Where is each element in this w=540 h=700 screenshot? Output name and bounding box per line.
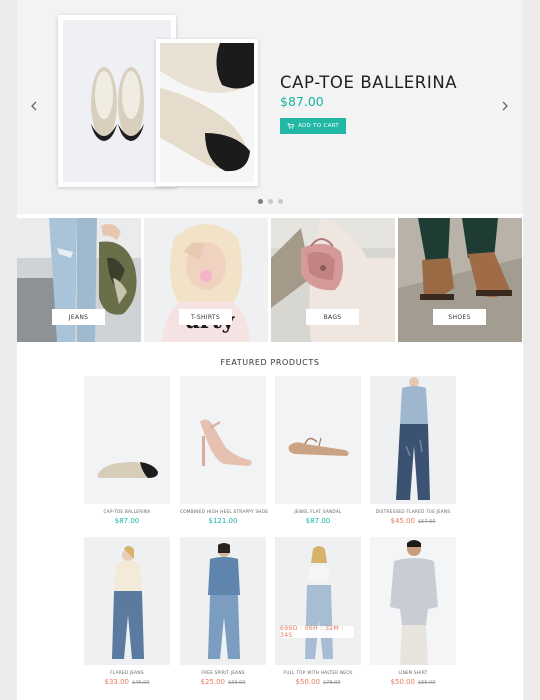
hero-slider: CAP-TOE BALLERINA $87.00 ADD TO CART <box>17 0 523 214</box>
hero-product-price: $87.00 <box>280 94 324 109</box>
product-price: $25.00 $33.00 <box>200 678 246 686</box>
free-spirit-jeans-model-image <box>180 537 266 665</box>
ballerina-shoes-image <box>91 67 144 141</box>
product-name[interactable]: LINEN SHIRT <box>370 671 456 676</box>
flared-jeans-model-image <box>84 537 170 665</box>
page: CAP-TOE BALLERINA $87.00 ADD TO CART JEA… <box>17 0 523 700</box>
cart-icon <box>287 123 294 129</box>
product-price: $87.00 <box>305 517 331 525</box>
product-old-price: $45.00 <box>132 680 150 686</box>
add-to-cart-label: ADD TO CART <box>297 123 340 129</box>
halter-top-model-image <box>275 537 361 665</box>
countdown-timer: 699D : 06H : 32M : 34S <box>280 625 354 639</box>
product-old-price: $65.00 <box>418 680 436 686</box>
category-label-bags: BAGS <box>306 309 359 325</box>
product-price: $33.00 $45.00 <box>104 678 150 686</box>
slider-dot-1[interactable] <box>258 199 263 204</box>
category-label-t-shirts: T-SHIRTS <box>179 309 232 325</box>
product-name[interactable]: JEWEL FLAT SANDAL <box>275 510 361 515</box>
category-tile-shoes[interactable]: SHOES <box>398 218 522 342</box>
slider-dot-3[interactable] <box>278 199 283 204</box>
flared-jeans-product-image <box>370 376 456 504</box>
product-image[interactable] <box>370 537 456 665</box>
product-image[interactable] <box>180 537 266 665</box>
product-price: $50.00 $78.00 <box>295 678 341 686</box>
product-name[interactable]: DISTRESSED FLARED 70S JEANS <box>370 510 456 515</box>
product-name[interactable]: CAP-TOE BALLERINA <box>84 510 170 515</box>
product-price: $87.00 <box>114 517 140 525</box>
sandal-product-image <box>275 376 361 504</box>
product-image[interactable] <box>180 376 266 504</box>
slider-dots <box>258 199 283 204</box>
product-price: $50.00 $65.00 <box>390 678 436 686</box>
product-image[interactable]: 699D : 06H : 32M : 34S <box>275 537 361 665</box>
add-to-cart-button[interactable]: ADD TO CART <box>280 118 346 134</box>
category-label-jeans: JEANS <box>52 309 105 325</box>
product-name[interactable]: FULL TOP WITH HALTER NECK <box>275 671 361 676</box>
product-image[interactable] <box>84 376 170 504</box>
product-old-price: $78.00 <box>323 680 341 686</box>
product-price: $45.00 $57.00 <box>390 517 436 525</box>
product-image[interactable] <box>275 376 361 504</box>
linen-shirt-model-image <box>370 537 456 665</box>
slider-dot-2[interactable] <box>268 199 273 204</box>
category-label-shoes: SHOES <box>433 309 486 325</box>
product-name[interactable]: FLARED JEANS <box>84 671 170 676</box>
high-heel-product-image <box>180 376 266 504</box>
chevron-left-icon[interactable] <box>29 100 39 114</box>
product-old-price: $57.00 <box>418 519 436 525</box>
product-image[interactable] <box>84 537 170 665</box>
product-name[interactable]: FREE SPIRIT JEANS <box>180 671 266 676</box>
category-tile-jeans[interactable]: JEANS <box>17 218 141 342</box>
hero-product-image-detail <box>156 39 258 186</box>
category-tile-t-shirts[interactable]: ‘arty T-SHIRTS <box>144 218 268 342</box>
ballerina-product-image <box>84 376 170 504</box>
product-old-price: $33.00 <box>228 680 246 686</box>
chevron-right-icon[interactable] <box>500 100 510 114</box>
category-tile-bags[interactable]: BAGS <box>271 218 395 342</box>
ballerina-closeup-image <box>160 43 254 172</box>
hero-product-title: CAP-TOE BALLERINA <box>280 73 458 92</box>
product-image[interactable] <box>370 376 456 504</box>
product-price: $121.00 <box>208 517 238 525</box>
product-name[interactable]: COMBINED HIGH HEEL STRAPPY SHOE <box>180 510 268 515</box>
category-grid: JEANS ‘arty T-SHIRTS <box>17 218 523 342</box>
featured-products-heading: FEATURED PRODUCTS <box>220 358 320 367</box>
